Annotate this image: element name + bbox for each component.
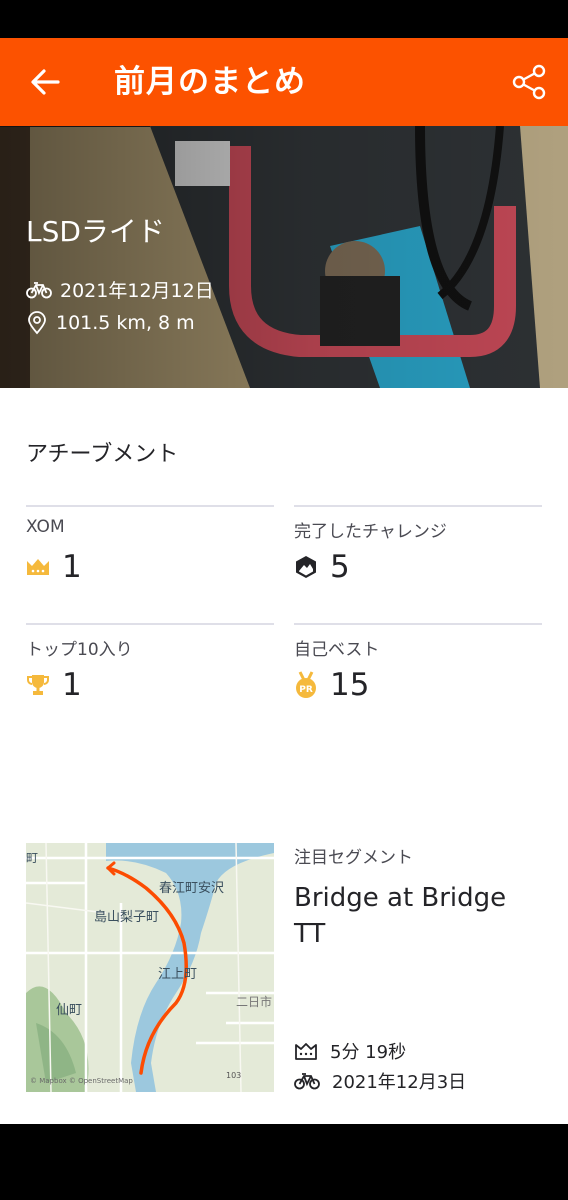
- segment-name[interactable]: Bridge at Bridge TT: [294, 880, 544, 952]
- achievement-tile-challenges: 完了したチャレンジ 5: [294, 505, 542, 585]
- divider: [294, 623, 542, 625]
- segment-time-icon: [295, 1043, 317, 1060]
- app-bar: 前月のまとめ: [0, 38, 568, 126]
- crown-icon: [27, 559, 49, 575]
- hero-shade: [0, 126, 568, 388]
- activity-date: 2021年12月12日: [60, 280, 214, 302]
- bike-icon: [26, 281, 52, 298]
- activity-hero-card[interactable]: LSDライド 2021年12月12日 101.5 km, 8 m: [0, 126, 568, 388]
- map-place-label: 二日市: [236, 995, 273, 1009]
- achievement-tile-top10: トップ10入り 1: [26, 623, 274, 703]
- divider: [26, 623, 274, 625]
- segment-time: 5分 19秒: [330, 1042, 407, 1063]
- segment-section-label: 注目セグメント: [294, 848, 413, 868]
- bike-icon: [294, 1073, 320, 1090]
- activity-date-row: 2021年12月12日: [26, 276, 214, 303]
- segment-date-row: 2021年12月3日: [294, 1068, 466, 1094]
- map-place-label: 町: [26, 851, 39, 865]
- map-place-label: 春江町安沢: [159, 881, 225, 896]
- page-title: 前月のまとめ: [114, 64, 306, 100]
- segment-date: 2021年12月3日: [332, 1072, 467, 1093]
- achievement-value: 1: [62, 549, 82, 585]
- map-attribution: © Mapbox © OpenStreetMap: [30, 1077, 133, 1085]
- location-pin-icon: [28, 311, 46, 335]
- svg-text:PR: PR: [299, 685, 313, 695]
- segment-time-row: 5分 19秒: [294, 1038, 406, 1064]
- back-arrow-icon[interactable]: [28, 66, 62, 98]
- achievements-title: アチーブメント: [26, 442, 179, 467]
- achievement-label: 自己ベスト: [294, 640, 380, 660]
- pr-medal-icon: PR: [296, 671, 316, 698]
- system-nav-bar: [0, 1124, 568, 1200]
- status-bar: [0, 0, 568, 38]
- activity-name: LSDライド: [26, 215, 165, 248]
- achievement-label: XOM: [26, 517, 65, 537]
- achievement-label: トップ10入り: [26, 640, 133, 660]
- achievement-value: 15: [330, 667, 370, 703]
- map-place-label: 島山梨子町: [94, 910, 160, 925]
- achievement-label: 完了したチャレンジ: [294, 522, 447, 542]
- achievement-tile-xom: XOM 1: [26, 505, 274, 585]
- share-icon[interactable]: [510, 64, 548, 100]
- achievement-tile-pr: 自己ベスト PR 15: [294, 623, 542, 703]
- map-place-label: 仙町: [56, 1003, 83, 1018]
- trophy-icon: [27, 675, 49, 695]
- divider: [26, 505, 274, 507]
- challenge-icon: [296, 556, 316, 578]
- activity-stats-row: 101.5 km, 8 m: [26, 311, 195, 335]
- map-place-label: 江上町: [158, 967, 198, 982]
- map-road-number: 103: [226, 1071, 242, 1080]
- divider: [294, 505, 542, 507]
- achievement-value: 5: [330, 549, 350, 585]
- activity-stats: 101.5 km, 8 m: [56, 312, 195, 334]
- achievement-value: 1: [62, 667, 82, 703]
- map-graphic: [26, 843, 274, 1092]
- segment-map[interactable]: 春江町安沢 島山梨子町 江上町 仙町 二日市 町 103 © Mapbox © …: [26, 843, 274, 1092]
